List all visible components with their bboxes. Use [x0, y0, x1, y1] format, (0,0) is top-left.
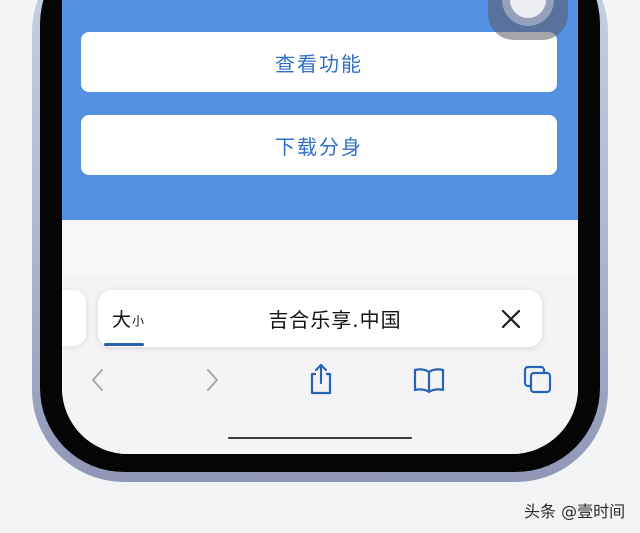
address-bar[interactable]: 大 小 吉合乐享.中国: [98, 290, 542, 347]
watermark-text: 头条 @壹时间: [524, 502, 626, 521]
text-size-button[interactable]: 大 小: [112, 290, 144, 347]
back-icon[interactable]: [88, 366, 108, 398]
text-size-label-small: 小: [132, 314, 145, 328]
tabs-icon[interactable]: [522, 364, 554, 400]
url-domain[interactable]: 吉合乐享.中国: [188, 290, 482, 347]
text-size-label-big: 大: [112, 309, 132, 331]
home-indicator[interactable]: [228, 437, 412, 439]
download-clone-button[interactable]: 下载分身: [81, 115, 557, 175]
previous-tab-card[interactable]: [62, 290, 86, 346]
view-features-button[interactable]: 查看功能: [81, 32, 557, 92]
share-icon[interactable]: [306, 362, 336, 400]
phone-screen: 查看功能 下载分身 大 小 吉合乐享.中国: [62, 0, 578, 454]
forward-icon[interactable]: [202, 366, 222, 398]
bookmarks-icon[interactable]: [412, 366, 446, 398]
assistive-touch-button[interactable]: [488, 0, 568, 40]
active-tab-indicator: [104, 343, 144, 346]
page-footer-area: [62, 220, 578, 279]
close-icon[interactable]: [498, 306, 524, 332]
